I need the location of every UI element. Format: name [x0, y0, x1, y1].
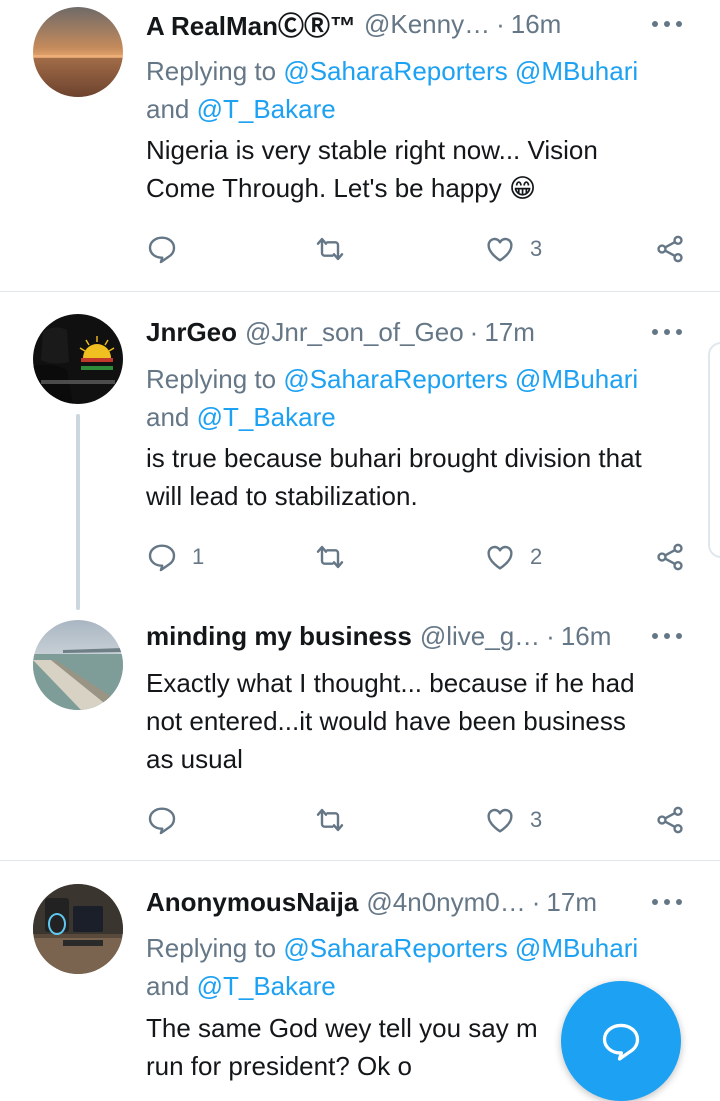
separator: ·	[469, 316, 479, 347]
like-count: 3	[530, 236, 543, 261]
mention-links[interactable]: @SaharaReporters @MBuhari	[283, 933, 638, 963]
reply-icon	[148, 236, 176, 264]
replying-and: and	[146, 971, 197, 1001]
share-icon	[657, 235, 683, 263]
like-count: 3	[530, 807, 543, 832]
tweet-header: A RealManⒸⓇ™ @Kenny… · 16m	[146, 4, 696, 44]
tweet-header: JnrGeo @Jnr_son_of_Geo · 17m	[146, 312, 696, 352]
tweet-text-line: run for president? Ok o	[146, 1051, 412, 1081]
avatar[interactable]	[33, 620, 123, 710]
timestamp[interactable]: 16m	[561, 621, 612, 652]
like-button[interactable]: 2	[484, 537, 542, 577]
replying-and: and	[146, 402, 197, 432]
grin-emoji: 😁	[508, 173, 537, 203]
user-handle[interactable]: @live_g…	[420, 621, 540, 652]
mention-link[interactable]: @T_Bakare	[197, 402, 336, 432]
share-icon	[657, 543, 683, 571]
compose-reply-icon	[602, 1023, 640, 1061]
user-handle[interactable]: @4n0nym0…	[366, 887, 525, 918]
timestamp[interactable]: 17m	[484, 317, 535, 348]
replying-to: Replying to @SaharaReporters @MBuhari an…	[146, 52, 686, 128]
like-count: 2	[530, 544, 543, 569]
avatar-image	[33, 314, 123, 404]
mention-link[interactable]: @T_Bakare	[197, 94, 336, 124]
display-name[interactable]: minding my business	[146, 621, 412, 652]
retweet-button[interactable]	[314, 800, 346, 840]
share-button[interactable]	[654, 800, 686, 840]
tweet-text-line: is true because buhari brought division …	[146, 443, 642, 473]
thread-connector-line	[76, 414, 80, 610]
user-handle[interactable]: @Jnr_son_of_Geo	[245, 317, 464, 348]
mention-links[interactable]: @SaharaReporters @MBuhari	[283, 364, 638, 394]
separator: ·	[546, 620, 555, 651]
retweet-button[interactable]	[314, 537, 346, 577]
share-icon	[657, 806, 683, 834]
like-icon	[487, 808, 513, 833]
tweet-actions: 3	[146, 800, 691, 840]
tweet-text-line: Come Through. Let's be happy	[146, 173, 502, 203]
more-icon[interactable]	[652, 897, 682, 907]
retweet-button[interactable]	[314, 229, 346, 269]
separator: ·	[496, 8, 505, 39]
scroll-edge-handle[interactable]	[708, 342, 720, 558]
compose-reply-button[interactable]	[561, 981, 681, 1101]
timestamp[interactable]: 16m	[511, 9, 562, 40]
avatar[interactable]	[33, 7, 123, 97]
share-button[interactable]	[654, 537, 686, 577]
avatar[interactable]	[33, 884, 123, 974]
reply-button[interactable]	[146, 800, 192, 840]
tweet[interactable]: minding my business @live_g… · 16m Exact…	[0, 602, 720, 860]
tweet-text-line: will lead to stabilization.	[146, 481, 418, 511]
tweet-actions: 3	[146, 229, 691, 269]
replying-to: Replying to @SaharaReporters @MBuhari an…	[146, 360, 686, 436]
mention-links[interactable]: @SaharaReporters @MBuhari	[283, 56, 638, 86]
display-name[interactable]: AnonymousNaija	[146, 887, 358, 918]
reply-button[interactable]: 1	[146, 537, 204, 577]
tweet-text: is true because buhari brought division …	[146, 439, 696, 515]
avatar[interactable]	[33, 314, 123, 404]
share-button[interactable]	[654, 229, 686, 269]
like-button[interactable]: 3	[484, 229, 542, 269]
like-icon	[487, 237, 513, 262]
reply-icon	[148, 807, 176, 835]
tweet-text-line: not entered...it would have been busines…	[146, 706, 626, 736]
reply-button[interactable]	[146, 229, 192, 269]
display-name[interactable]: A RealManⒸⓇ™	[146, 6, 356, 43]
reply-count: 1	[192, 544, 205, 569]
avatar-image	[33, 884, 123, 974]
tweet-header: AnonymousNaija @4n0nym0… · 17m	[146, 882, 696, 922]
tweet-text-line: Nigeria is very stable right now... Visi…	[146, 135, 598, 165]
replying-and: and	[146, 94, 197, 124]
more-icon[interactable]	[652, 327, 682, 337]
tweet-text: Nigeria is very stable right now... Visi…	[146, 131, 696, 207]
tweet[interactable]: JnrGeo @Jnr_son_of_Geo · 17m Replying to…	[0, 292, 720, 602]
retweet-icon	[316, 237, 344, 261]
replying-prefix: Replying to	[146, 933, 284, 963]
like-icon	[487, 545, 513, 570]
replying-prefix: Replying to	[146, 56, 284, 86]
mention-link[interactable]: @T_Bakare	[197, 971, 336, 1001]
tweet[interactable]: A RealManⒸⓇ™ @Kenny… · 16m Replying to @…	[0, 0, 720, 290]
replying-prefix: Replying to	[146, 364, 284, 394]
more-icon[interactable]	[652, 19, 682, 29]
tweet-text-line: Exactly what I thought... because if he …	[146, 668, 635, 698]
like-button[interactable]: 3	[484, 800, 542, 840]
tweet-actions: 1 2	[146, 537, 691, 577]
tweet-header: minding my business @live_g… · 16m	[146, 616, 696, 656]
retweet-icon	[316, 808, 344, 832]
user-handle[interactable]: @Kenny…	[364, 9, 490, 40]
avatar-image	[33, 7, 123, 97]
separator: ·	[531, 886, 541, 917]
more-icon[interactable]	[652, 631, 682, 641]
display-name[interactable]: JnrGeo	[146, 317, 237, 348]
tweet-text: Exactly what I thought... because if he …	[146, 664, 696, 778]
retweet-icon	[316, 545, 344, 569]
avatar-image	[33, 620, 123, 710]
reply-icon	[148, 544, 176, 572]
tweet-text-line: The same God wey tell you say m	[146, 1013, 538, 1043]
timestamp[interactable]: 17m	[546, 887, 597, 918]
tweet-text-line: as usual	[146, 744, 243, 774]
